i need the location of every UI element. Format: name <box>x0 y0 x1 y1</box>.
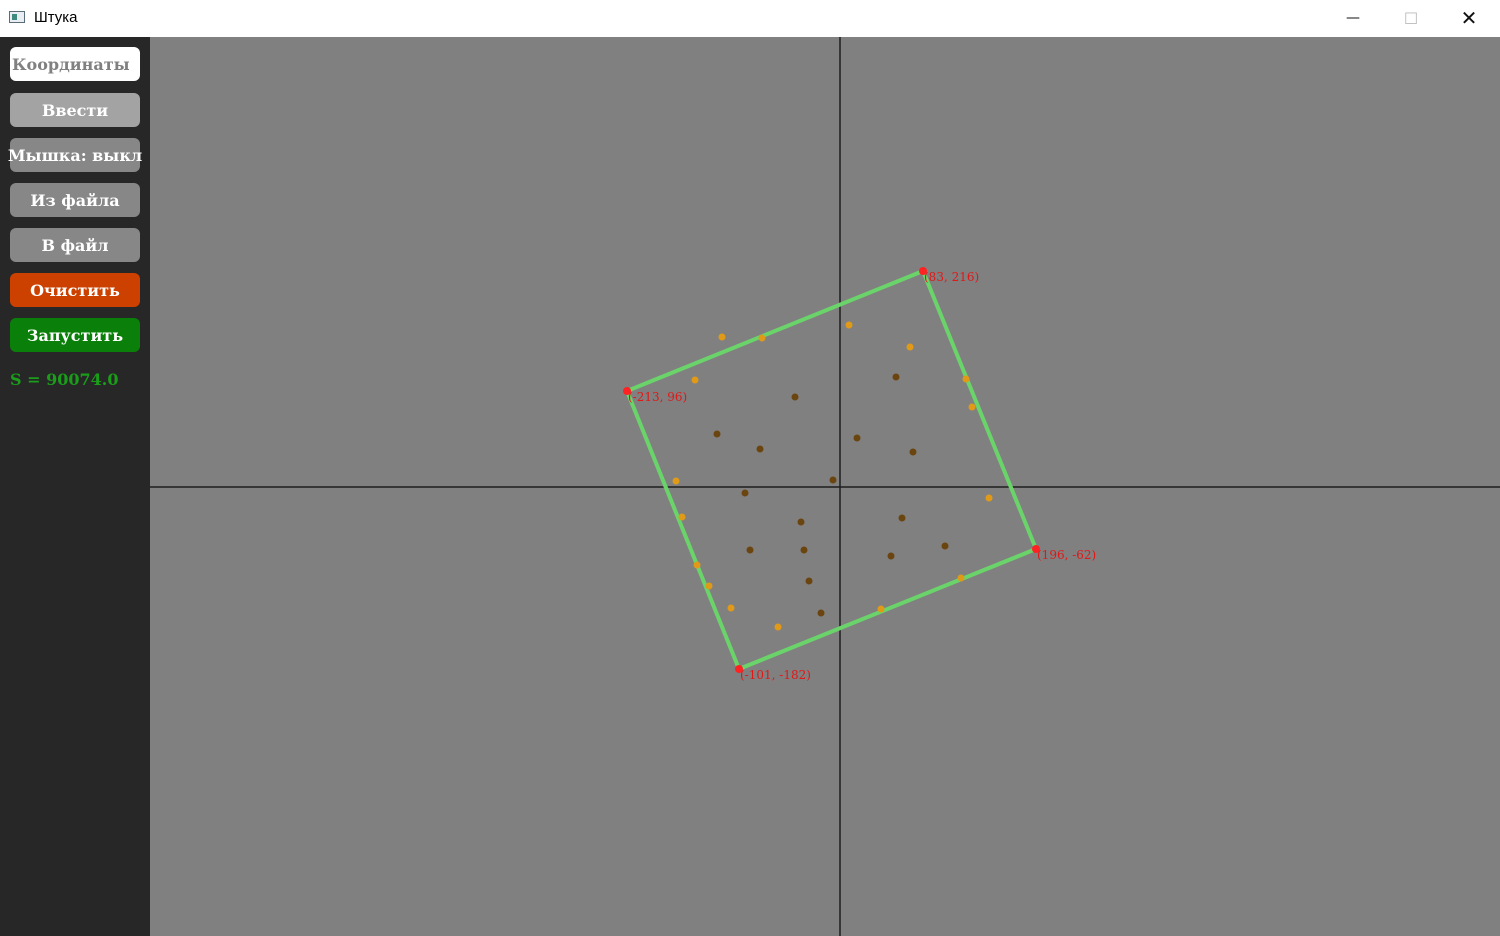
mouse-toggle-button[interactable]: Мышка: выкл <box>8 138 142 172</box>
save-to-file-button[interactable]: В файл <box>10 228 140 262</box>
boundary-point <box>968 403 976 411</box>
inner-point <box>817 609 825 617</box>
boundary-point <box>758 334 766 342</box>
inner-point <box>741 489 749 497</box>
load-from-file-button[interactable]: Из файла <box>10 183 140 217</box>
boundary-point <box>672 477 680 485</box>
boundary-point <box>877 605 885 613</box>
inner-point <box>887 552 895 560</box>
boundary-point <box>962 375 970 383</box>
inner-point <box>941 542 949 550</box>
app-icon <box>9 11 25 23</box>
maximize-button[interactable]: ☐ <box>1382 0 1440 36</box>
boundary-point <box>774 623 782 631</box>
boundary-point <box>906 343 914 351</box>
inner-point <box>756 445 764 453</box>
boundary-point <box>691 376 699 384</box>
inner-point <box>892 373 900 381</box>
boundary-point <box>957 574 965 582</box>
enter-button[interactable]: Ввести <box>10 93 140 127</box>
boundary-point <box>678 513 686 521</box>
inner-point <box>898 514 906 522</box>
vertex-label: (196, -62) <box>1037 548 1096 562</box>
bounding-rectangle <box>624 268 1039 672</box>
inner-point <box>800 546 808 554</box>
inner-point <box>829 476 837 484</box>
drawing-canvas[interactable]: (83, 216) (196, -62) (-101, -182) (-213, 96… <box>150 37 1500 936</box>
plot-surface: (83, 216) (196, -62) (-101, -182) (-213, 96… <box>150 37 1500 936</box>
boundary-point <box>985 494 993 502</box>
control-panel: Ввести Мышка: выкл Из файла В файл Очист… <box>0 37 150 936</box>
close-button[interactable]: ✕ <box>1440 0 1498 36</box>
clear-button[interactable]: Очистить <box>10 273 140 307</box>
vertex-label: (-101, -182) <box>740 668 811 682</box>
boundary-point <box>693 561 701 569</box>
title-bar: Штука — ☐ ✕ <box>0 0 1500 37</box>
vertex-label: (-213, 96) <box>628 390 687 404</box>
inner-point <box>713 430 721 438</box>
inner-point <box>805 577 813 585</box>
window-title: Штука <box>34 9 78 26</box>
minimize-button[interactable]: — <box>1324 0 1382 36</box>
boundary-point <box>845 321 853 329</box>
inner-point <box>909 448 917 456</box>
run-button[interactable]: Запустить <box>10 318 140 352</box>
boundary-point <box>718 333 726 341</box>
inner-point <box>746 546 754 554</box>
coordinates-input[interactable] <box>10 47 140 81</box>
inner-point <box>791 393 799 401</box>
area-result: S = 90074.0 <box>10 370 119 389</box>
inner-point <box>797 518 805 526</box>
vertex-label: (83, 216) <box>924 270 979 284</box>
boundary-point <box>705 582 713 590</box>
inner-point <box>853 434 861 442</box>
boundary-point <box>727 604 735 612</box>
